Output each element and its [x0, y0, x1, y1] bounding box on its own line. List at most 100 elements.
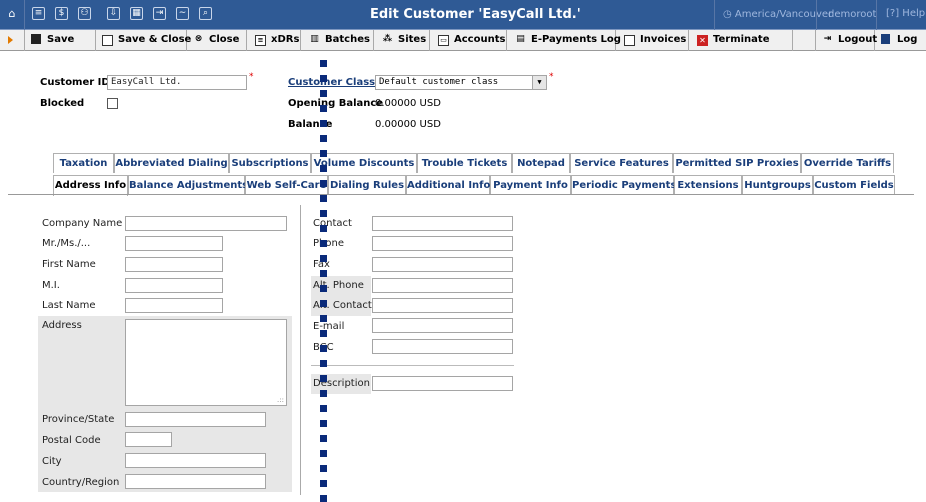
chart-icon[interactable]: ∼ — [176, 7, 189, 20]
accounts-button[interactable]: ▭ Accounts — [430, 30, 507, 51]
home-icon[interactable]: ⌂ — [5, 7, 19, 21]
tab-override-tariffs[interactable]: Override Tariffs — [801, 153, 894, 173]
separator — [24, 0, 25, 30]
customer-id-label: Customer ID — [40, 77, 110, 88]
save-close-icon — [102, 35, 113, 46]
mi-input[interactable] — [125, 278, 223, 293]
dollar-icon[interactable]: $ — [55, 7, 68, 20]
fax-input[interactable] — [372, 257, 513, 272]
address-textarea[interactable]: .:: — [125, 319, 287, 406]
address-label: Address — [42, 320, 82, 331]
log-icon — [881, 34, 890, 44]
dash-segment — [320, 255, 327, 262]
mr-ms-input[interactable] — [125, 236, 223, 251]
sites-button[interactable]: ⁂ Sites — [374, 30, 430, 51]
dash-segment — [320, 150, 327, 157]
dash-segment — [320, 480, 327, 487]
dash-segment — [320, 315, 327, 322]
xdrs-icon: ≡ — [255, 35, 266, 46]
phone-input[interactable] — [372, 236, 513, 251]
city-label: City — [42, 456, 62, 467]
search-icon[interactable]: ⌕ — [199, 7, 212, 20]
tab-notepad[interactable]: Notepad — [512, 153, 570, 173]
tab-abbreviated-dialing[interactable]: Abbreviated Dialing — [114, 153, 229, 173]
sites-icon: ⁂ — [382, 34, 393, 44]
epayments-button[interactable]: ▤ E-Payments Log — [507, 30, 621, 51]
tab-additional-info[interactable]: Additional Info — [406, 175, 490, 195]
bcc-input[interactable] — [372, 339, 513, 354]
toolbar: Save Save & Close ⊗ Close ≡ xDRs ▥ Batches … — [0, 30, 926, 51]
tab-service-features[interactable]: Service Features — [570, 153, 673, 173]
tab-permitted-sip-proxies[interactable]: Permitted SIP Proxies — [673, 153, 801, 173]
tab-subscriptions[interactable]: Subscriptions — [229, 153, 311, 173]
postal-code-label: Postal Code — [42, 435, 101, 446]
blocked-checkbox[interactable] — [107, 98, 118, 109]
user-link[interactable]: demoroot — [828, 9, 876, 20]
xdrs-button[interactable]: ≡ xDRs — [247, 30, 301, 51]
invoices-icon — [624, 35, 635, 46]
customer-class-value: Default customer class — [379, 77, 499, 87]
save-close-label: Save & Close — [118, 34, 192, 45]
terminate-icon: ✕ — [697, 35, 708, 46]
tab-payment-info[interactable]: Payment Info — [490, 175, 571, 195]
alt-phone-input[interactable] — [372, 278, 513, 293]
download-icon[interactable]: ⇩ — [107, 7, 120, 20]
required-marker: * — [549, 72, 554, 82]
opening-balance-value: 0.00000 USD — [375, 98, 441, 109]
dash-segment — [320, 435, 327, 442]
grid-icon[interactable]: ▦ — [130, 7, 143, 20]
logout-button[interactable]: ⇥ Logout — [815, 30, 877, 51]
first-name-input[interactable] — [125, 257, 223, 272]
menu-icon[interactable]: ≡ — [32, 7, 45, 20]
contact-input[interactable] — [372, 216, 513, 231]
dash-segment — [320, 285, 327, 292]
customer-id-input[interactable]: EasyCall Ltd. — [107, 75, 247, 90]
email-input[interactable] — [372, 318, 513, 333]
postal-code-input[interactable] — [125, 432, 172, 447]
terminate-button[interactable]: ✕ Terminate — [689, 30, 793, 51]
resize-handle-icon[interactable]: .:: — [277, 396, 284, 404]
tab-trouble-tickets[interactable]: Trouble Tickets — [417, 153, 512, 173]
tab-extensions[interactable]: Extensions — [674, 175, 742, 195]
invoices-button[interactable]: Invoices — [616, 30, 689, 51]
country-label: Country/Region — [42, 477, 120, 488]
dash-segment — [320, 360, 327, 367]
save-button[interactable]: Save — [24, 30, 96, 51]
tab-dialing-rules[interactable]: Dialing Rules — [328, 175, 406, 195]
alt-contact-input[interactable] — [372, 298, 513, 313]
users-icon[interactable]: ⚇ — [78, 7, 91, 20]
dash-segment — [320, 225, 327, 232]
log-button[interactable]: Log — [875, 30, 926, 51]
company-name-input[interactable] — [125, 216, 287, 231]
city-input[interactable] — [125, 453, 266, 468]
tab-taxation[interactable]: Taxation — [53, 153, 114, 173]
tab-periodic-payments[interactable]: Periodic Payments — [571, 175, 676, 195]
last-name-input[interactable] — [125, 298, 223, 313]
tab-web-self-care[interactable]: Web Self-Care — [245, 175, 328, 195]
tab-custom-fields[interactable]: Custom Fields — [813, 175, 895, 195]
close-button[interactable]: ⊗ Close — [187, 30, 247, 51]
log-label: Log — [897, 34, 918, 45]
dash-segment — [320, 240, 327, 247]
dash-segment — [320, 420, 327, 427]
close-label: Close — [209, 34, 240, 45]
description-input[interactable] — [372, 376, 513, 391]
dash-segment — [320, 165, 327, 172]
province-label: Province/State — [42, 414, 115, 425]
import-icon[interactable]: ⇥ — [153, 7, 166, 20]
tab-balance-adjustments[interactable]: Balance Adjustments — [128, 175, 248, 195]
separator — [876, 0, 877, 30]
customer-class-link[interactable]: Customer Class — [288, 77, 375, 88]
dash-segment — [320, 90, 327, 97]
province-input[interactable] — [125, 412, 266, 427]
customer-class-select[interactable]: Default customer class ▼ — [375, 75, 547, 90]
save-close-button[interactable]: Save & Close — [96, 30, 191, 51]
tab-address-info[interactable]: Address Info — [53, 175, 128, 196]
help-link[interactable]: [?] Help — [886, 8, 925, 19]
section-divider — [311, 365, 514, 366]
country-input[interactable] — [125, 474, 266, 489]
tab-huntgroups[interactable]: Huntgroups — [742, 175, 813, 195]
dash-segment — [320, 345, 327, 352]
blocked-label: Blocked — [40, 98, 85, 109]
batches-button[interactable]: ▥ Batches — [301, 30, 374, 51]
